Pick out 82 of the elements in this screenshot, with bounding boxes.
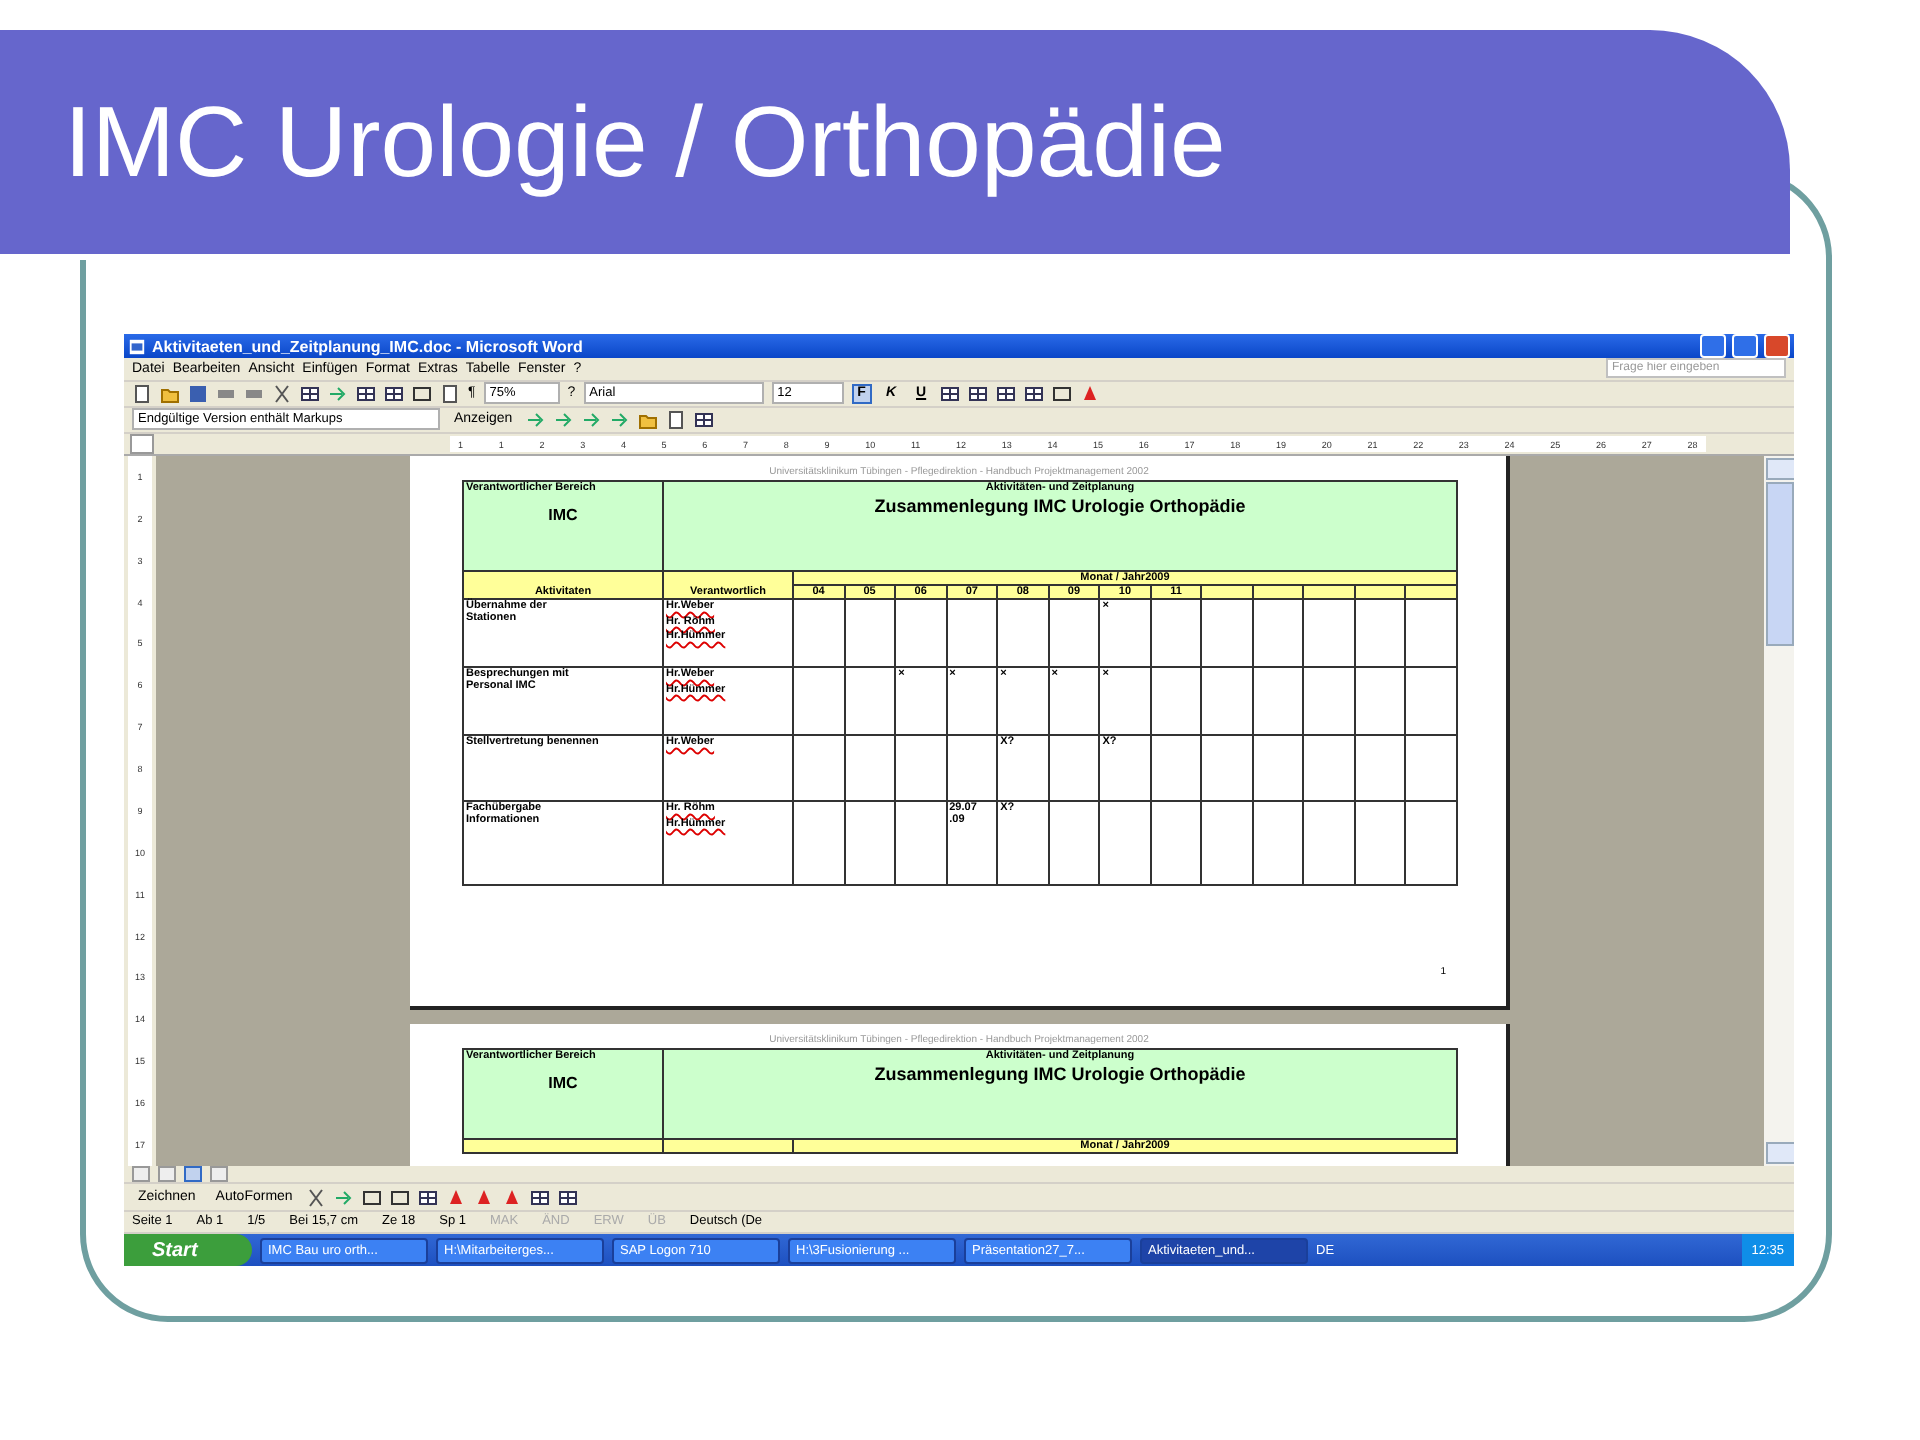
arrow-icon[interactable] (328, 383, 348, 404)
table-cell (1253, 600, 1305, 668)
table-cell (1304, 802, 1356, 886)
rectangle-icon[interactable] (412, 383, 432, 404)
table-icon[interactable] (1024, 383, 1045, 404)
table-icon[interactable] (356, 383, 376, 404)
table-cell (1151, 736, 1203, 802)
arrow-icon[interactable] (334, 1187, 355, 1208)
vertical-scrollbar[interactable] (1764, 456, 1794, 1166)
table-cell (1304, 668, 1356, 736)
table-cell (1049, 600, 1101, 668)
table-cell (1202, 802, 1254, 886)
table-cell (1406, 668, 1458, 736)
table-cell (1406, 802, 1458, 886)
arrow-icon[interactable] (526, 409, 547, 430)
table-icon[interactable] (558, 1187, 579, 1208)
table-cell (845, 736, 897, 802)
table-icon[interactable] (694, 409, 715, 430)
document-icon (128, 337, 146, 356)
restore-button[interactable] (1732, 334, 1758, 359)
scissors-icon[interactable] (306, 1187, 327, 1208)
table-cell (1253, 736, 1305, 802)
view-button[interactable] (158, 1166, 176, 1183)
table-cell (1355, 668, 1407, 736)
table-cell (1304, 736, 1356, 802)
triangle-icon[interactable] (446, 1187, 467, 1208)
table-icon[interactable] (940, 383, 961, 404)
rectangle-icon[interactable] (390, 1187, 411, 1208)
triangle-icon[interactable] (502, 1187, 523, 1208)
rectangle-icon[interactable] (362, 1187, 383, 1208)
arrow-icon[interactable] (582, 409, 603, 430)
arrow-icon[interactable] (610, 409, 631, 430)
table-cell (1355, 600, 1407, 668)
slide-title: IMC Urologie / Orthopädie (64, 84, 1226, 200)
table-cell (947, 600, 999, 668)
table-cell (845, 802, 897, 886)
table-cell (896, 736, 948, 802)
table-icon[interactable] (418, 1187, 439, 1208)
table-cell (1406, 736, 1458, 802)
table-cell (1355, 802, 1407, 886)
table-cell (1202, 736, 1254, 802)
triangle-icon[interactable] (474, 1187, 495, 1208)
table-cell (1151, 668, 1203, 736)
close-button[interactable] (1764, 334, 1790, 359)
page-icon[interactable] (440, 383, 460, 404)
table-cell (1304, 600, 1356, 668)
view-button[interactable] (132, 1166, 150, 1183)
folder-icon[interactable] (638, 409, 659, 430)
table-cell (1253, 802, 1305, 886)
tab-selector[interactable] (130, 434, 154, 454)
window-title: Aktivitaeten_und_Zeitplanung_IMC.doc - Microsoft Word (152, 337, 585, 356)
table-icon[interactable] (996, 383, 1017, 404)
page-icon[interactable] (666, 409, 687, 430)
table-cell (1049, 736, 1101, 802)
scissors-icon[interactable] (272, 383, 292, 404)
table-cell (1100, 802, 1152, 886)
table-cell (845, 668, 897, 736)
table-cell (998, 600, 1050, 668)
table-icon[interactable] (968, 383, 989, 404)
minimize-button[interactable] (1700, 334, 1726, 359)
table-icon[interactable] (300, 383, 320, 404)
table-cell (1253, 668, 1305, 736)
rectangle-icon[interactable] (1052, 383, 1073, 404)
table-cell (845, 600, 897, 668)
table-cell (1151, 802, 1203, 886)
arrow-icon[interactable] (554, 409, 575, 430)
table-cell (896, 600, 948, 668)
table-cell (1406, 600, 1458, 668)
table-cell (1202, 600, 1254, 668)
table-cell (1202, 668, 1254, 736)
page-icon[interactable] (132, 383, 152, 404)
table-cell (947, 736, 999, 802)
table-cell (1151, 600, 1203, 668)
folder-icon[interactable] (160, 383, 180, 404)
table-cell (1355, 736, 1407, 802)
triangle-icon[interactable] (1080, 383, 1101, 404)
view-button[interactable] (210, 1166, 228, 1183)
table-icon[interactable] (384, 383, 404, 404)
view-button[interactable] (184, 1166, 202, 1183)
table-icon[interactable] (530, 1187, 551, 1208)
table-cell (1049, 802, 1101, 886)
table-cell (896, 802, 948, 886)
